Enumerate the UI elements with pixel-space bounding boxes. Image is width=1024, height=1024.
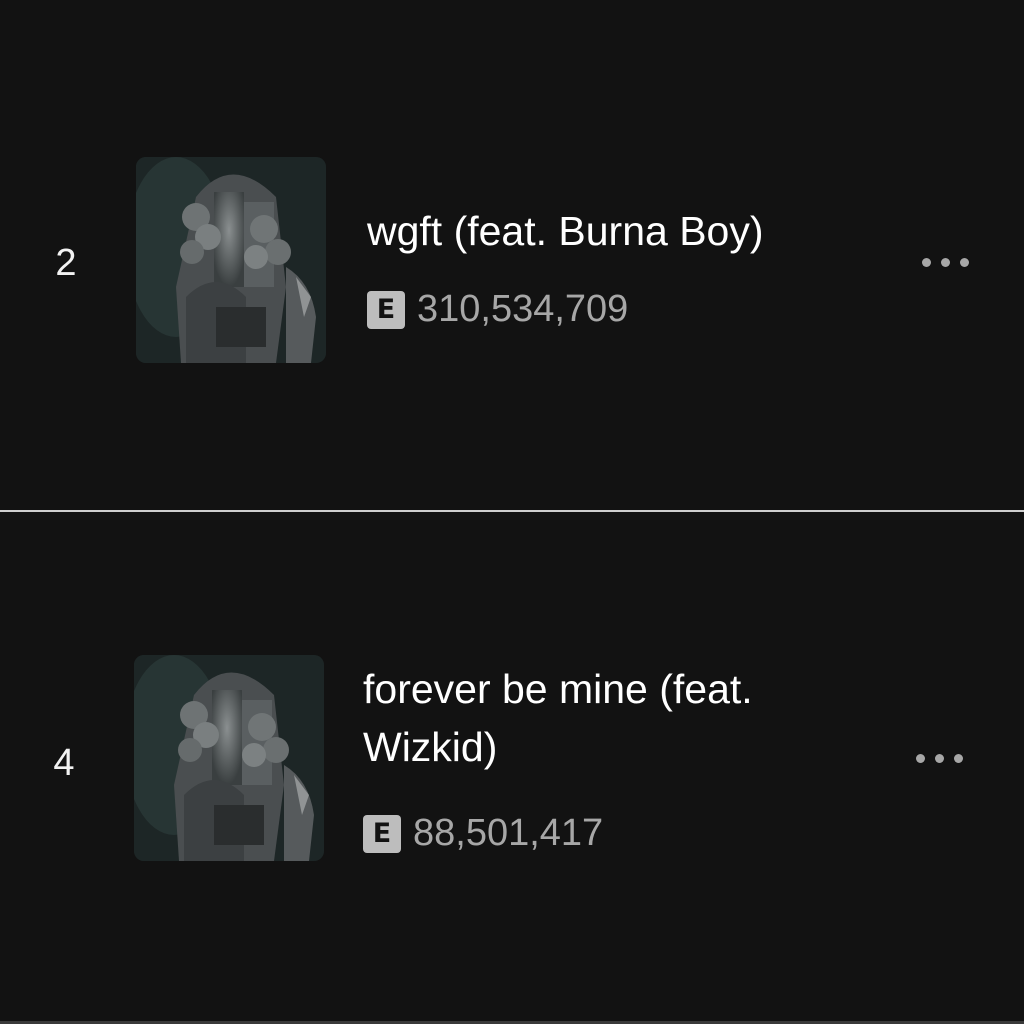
more-options-icon [935, 754, 944, 763]
explicit-badge: E [363, 814, 401, 853]
album-artwork-image [134, 655, 324, 861]
album-artwork[interactable] [136, 157, 326, 363]
more-options-icon [941, 258, 950, 267]
album-artwork[interactable] [134, 655, 324, 861]
track-rank: 2 [55, 242, 77, 284]
track-title[interactable]: forever be mine (feat. Wizkid) [363, 660, 843, 776]
track-row[interactable]: 2 wgft (feat. Burna Boy) E 310,534,709 [0, 0, 1024, 510]
track-rank: 4 [53, 742, 75, 784]
more-options-icon [960, 258, 969, 267]
track-meta: E 88,501,417 [363, 812, 603, 855]
more-options-icon [922, 258, 931, 267]
more-options-icon [916, 754, 925, 763]
album-artwork-image [136, 157, 326, 363]
more-options-button[interactable] [916, 754, 963, 763]
divider [0, 510, 1024, 512]
track-row[interactable]: 4 forever be mine (feat. Wizkid) E 88,50… [0, 514, 1024, 1024]
track-meta: E 310,534,709 [367, 288, 628, 331]
more-options-button[interactable] [922, 258, 969, 267]
play-count: 88,501,417 [413, 812, 604, 854]
play-count: 310,534,709 [417, 288, 629, 330]
track-title[interactable]: wgft (feat. Burna Boy) [367, 202, 887, 260]
more-options-icon [954, 754, 963, 763]
explicit-badge: E [367, 290, 405, 329]
